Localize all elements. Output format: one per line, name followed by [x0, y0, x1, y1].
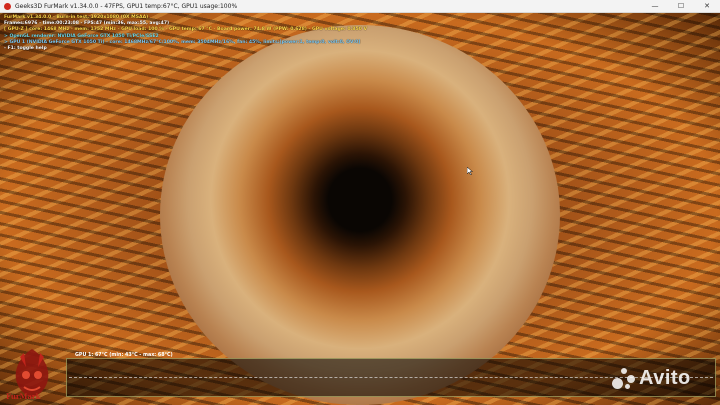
overlay-help-line: - F1: toggle help — [4, 46, 47, 52]
minimize-button[interactable]: — — [642, 0, 668, 12]
render-canvas[interactable] — [0, 13, 720, 405]
furmark-logo-text: FurMark — [6, 392, 41, 401]
overlay-gpuz-line: [ GPU-Z ] core: 1468 MHz - mem: 1752 MHz… — [4, 27, 368, 33]
window-titlebar: Geeks3D FurMark v1.34.0.0 - 47FPS, GPU1 … — [0, 0, 720, 13]
avito-watermark: Avito — [612, 366, 691, 390]
fur-donut-render — [160, 25, 560, 405]
maximize-button[interactable]: ☐ — [668, 0, 694, 12]
avito-watermark-text: Avito — [639, 366, 691, 389]
gpu-temperature-label: GPU 1: 67°C (min: 43°C - max: 68°C) — [75, 353, 173, 358]
overlay-gpu1-line: > GPU 1 (NVIDIA GeForce GTX 1050 Ti) - c… — [4, 39, 361, 45]
avito-dots-icon — [612, 366, 636, 390]
window-title: Geeks3D FurMark v1.34.0.0 - 47FPS, GPU1 … — [15, 2, 238, 10]
stats-overlay: FurMark v1.34.0.0 - Burn-in test, 1920x1… — [4, 15, 367, 52]
window-controls: — ☐ ✕ — [642, 0, 720, 12]
close-button[interactable]: ✕ — [694, 0, 720, 12]
furmark-app-icon — [4, 2, 11, 10]
mouse-cursor-icon — [467, 167, 473, 175]
